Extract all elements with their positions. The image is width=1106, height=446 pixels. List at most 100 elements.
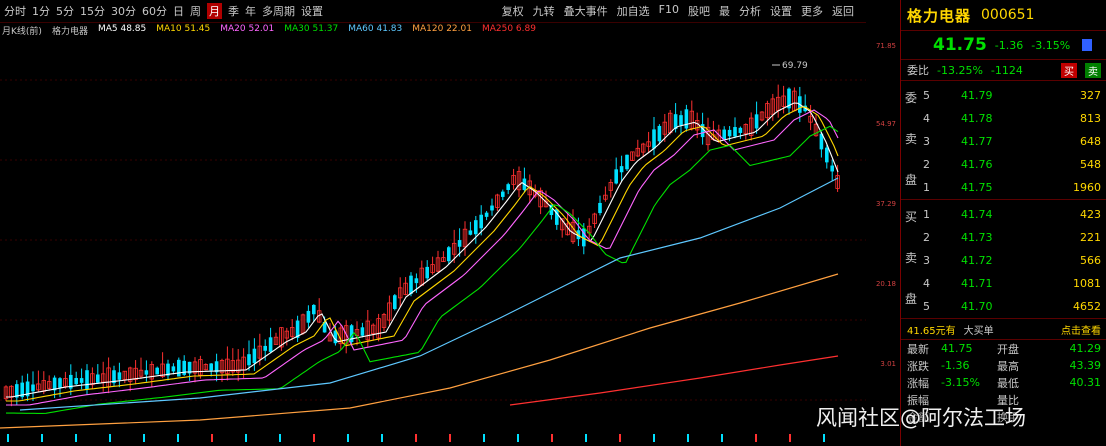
order-book-row[interactable]: 2 41.73 221 — [923, 227, 1103, 247]
indicator-box-icon — [1082, 39, 1093, 51]
tab-multi-period[interactable]: 多周期 — [262, 3, 295, 19]
order-book-row[interactable]: 1 41.74 423 — [923, 204, 1103, 224]
tab-week[interactable]: 周 — [190, 3, 201, 19]
candle-body — [657, 125, 662, 142]
fuquan-button[interactable]: 复权 — [502, 3, 524, 19]
events-button[interactable]: 叠大事件 — [564, 3, 608, 19]
tab-60min[interactable]: 60分 — [142, 3, 167, 19]
order-price: 41.71 — [961, 276, 993, 290]
candle-body — [754, 114, 759, 129]
forum-button[interactable]: 股吧 — [688, 3, 710, 19]
order-book-row[interactable]: 2 41.76 548 — [923, 154, 1103, 174]
candle-body — [614, 169, 618, 184]
more-button[interactable]: 更多 — [801, 3, 823, 19]
candlestick-chart[interactable]: 69.79 — [0, 38, 866, 446]
big-deal-link[interactable]: 点击查看 — [1061, 322, 1106, 337]
order-level: 2 — [923, 230, 930, 244]
candle-body — [79, 378, 84, 383]
order-volume: 566 — [1080, 253, 1101, 267]
order-book-row[interactable]: 4 41.71 1081 — [923, 273, 1103, 293]
candle-body — [447, 247, 451, 262]
candle-body — [144, 370, 149, 375]
stat-value: -3.15% — [941, 376, 980, 389]
order-book-row[interactable]: 5 41.79 327 — [923, 85, 1103, 105]
ma-legend-item: 格力电器 — [51, 27, 88, 37]
zui-button[interactable]: 最 — [719, 3, 730, 19]
candle-body — [825, 147, 829, 163]
analysis-button[interactable]: 分析 — [739, 3, 761, 19]
stat-label: 涨幅 — [907, 376, 929, 390]
ma-legend-item: MA5 48.85 — [97, 24, 147, 34]
stat-label: 开盘 — [997, 342, 1019, 356]
big-deal-label: 大买单 — [963, 325, 994, 337]
ratio-value: -13.25% — [937, 63, 983, 77]
tab-1min[interactable]: 1分 — [32, 3, 50, 19]
price-change: -1.36 — [994, 38, 1024, 52]
order-volume: 327 — [1080, 88, 1101, 102]
tab-month[interactable]: 月 — [207, 3, 222, 19]
candle-body — [414, 278, 419, 284]
stat-value: 41.29 — [1069, 342, 1102, 355]
candle-body — [625, 154, 629, 170]
order-volume: 423 — [1080, 207, 1101, 221]
buy-button[interactable]: 买 — [1061, 62, 1077, 78]
peak-label: 69.79 — [782, 61, 808, 71]
ma-legend: 月K线(前) 格力电器 MA5 48.85 MA10 51.45 MA20 52.01 M… — [2, 24, 862, 38]
tab-day[interactable]: 日 — [173, 3, 184, 19]
tab-15min[interactable]: 15分 — [80, 3, 105, 19]
order-book-row[interactable]: 3 41.77 648 — [923, 131, 1103, 151]
order-level: 2 — [923, 157, 930, 171]
order-book-row[interactable]: 3 41.72 566 — [923, 250, 1103, 270]
order-level: 1 — [923, 207, 930, 221]
order-volume: 4652 — [1073, 299, 1101, 313]
candle-body — [209, 363, 213, 371]
buy-order-book: 买 卖 盘 1 41.74 423 2 41.73 221 3 41.72 566 4 41.71 1… — [901, 200, 1106, 319]
candle-body — [506, 184, 510, 190]
jiuzhuan-button[interactable]: 九转 — [533, 3, 555, 19]
add-watchlist-button[interactable]: 加自选 — [617, 3, 650, 19]
order-price: 41.79 — [961, 88, 993, 102]
candle-body — [177, 359, 181, 377]
axis-label: 3.01 — [880, 360, 896, 368]
f10-button[interactable]: F10 — [659, 3, 679, 19]
ratio-row: 委比 -13.25% -1124 买 卖 — [901, 59, 1106, 81]
ma-legend-item: MA250 6.89 — [481, 24, 536, 34]
settings-button[interactable]: 设置 — [770, 3, 792, 19]
candle-body — [155, 367, 159, 375]
tab-5min[interactable]: 5分 — [56, 3, 74, 19]
candle-body — [74, 378, 78, 385]
tab-settings[interactable]: 设置 — [301, 3, 323, 19]
order-level: 5 — [923, 88, 930, 102]
price-axis: 71.85 54.97 37.29 20.18 3.01 — [866, 38, 900, 446]
big-deal-price: 41.65元有 — [907, 325, 956, 337]
order-volume: 221 — [1080, 230, 1101, 244]
order-volume: 548 — [1080, 157, 1101, 171]
price-percent: -3.15% — [1031, 38, 1071, 52]
order-book-row[interactable]: 1 41.75 1960 — [923, 177, 1103, 197]
sell-button[interactable]: 卖 — [1085, 62, 1101, 78]
tab-quarter[interactable]: 季 — [228, 3, 239, 19]
candle-body — [96, 374, 100, 383]
candle-body — [479, 214, 483, 229]
order-level: 4 — [923, 276, 930, 290]
stat-value: -1.36 — [941, 359, 970, 372]
stat-label: 最新 — [907, 342, 929, 356]
stock-name: 格力电器 — [907, 6, 972, 25]
big-deal-bar[interactable]: 41.65元有 大买单 点击查看 — [901, 319, 1106, 340]
tab-year[interactable]: 年 — [245, 3, 256, 19]
axis-label: 54.97 — [875, 120, 896, 128]
stat-label: 涨跌 — [907, 359, 929, 373]
order-price: 41.78 — [961, 111, 993, 125]
axis-label: 37.29 — [875, 200, 896, 208]
order-book-row[interactable]: 4 41.78 813 — [923, 108, 1103, 128]
right-tools: 复权 九转 叠大事件 加自选 F10 股吧 最 分析 设置 更多 返回 — [502, 3, 866, 19]
tab-30min[interactable]: 30分 — [111, 3, 136, 19]
order-book-row[interactable]: 5 41.70 4652 — [923, 296, 1103, 316]
back-button[interactable]: 返回 — [832, 3, 854, 19]
order-volume: 1960 — [1073, 180, 1101, 194]
sell-order-book: 委 卖 盘 5 41.79 327 4 41.78 813 3 41.77 648 2 41.76 5… — [901, 81, 1106, 200]
candle-body — [733, 127, 737, 137]
candle-body — [619, 166, 624, 173]
candle-body — [263, 345, 267, 351]
tab-fenshi[interactable]: 分时 — [4, 3, 26, 19]
